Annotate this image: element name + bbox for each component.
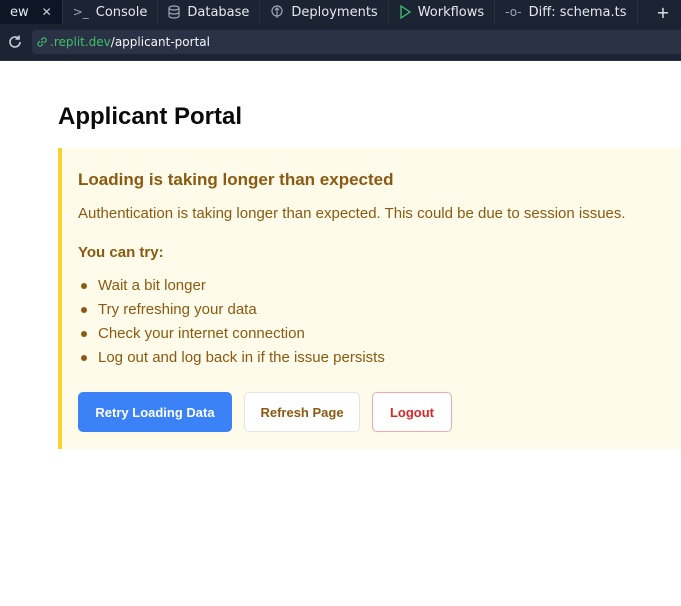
tab-label: Console <box>95 4 148 20</box>
tab-label: Workflows <box>417 4 485 20</box>
reload-icon[interactable] <box>6 33 24 51</box>
tab-workflows[interactable]: Workflows <box>389 0 496 24</box>
list-item: Wait a bit longer <box>78 274 385 298</box>
logout-button[interactable]: Logout <box>372 392 452 432</box>
commit-icon: -o- <box>505 5 522 19</box>
list-item: Try refreshing your data <box>78 298 385 322</box>
alert-heading: Loading is taking longer than expected <box>78 170 394 189</box>
link-icon <box>36 36 48 48</box>
retry-loading-button[interactable]: Retry Loading Data <box>78 392 232 432</box>
tab-bar: ew ✕ >_ Console Database Deployments Wor… <box>0 0 681 24</box>
url-bar: .replit.dev/applicant-portal <box>0 24 681 61</box>
list-item: Log out and log back in if the issue per… <box>78 346 385 370</box>
page-title: Applicant Portal <box>58 103 243 130</box>
tab-diff[interactable]: -o- Diff: schema.ts <box>495 0 638 24</box>
list-item: Check your internet connection <box>78 322 385 346</box>
close-icon[interactable]: ✕ <box>42 5 52 19</box>
url-path: /applicant-portal <box>110 35 210 49</box>
tab-deployments[interactable]: Deployments <box>260 0 389 24</box>
tab-label: Diff: schema.ts <box>528 4 627 20</box>
tab-database[interactable]: Database <box>158 0 261 24</box>
refresh-page-button[interactable]: Refresh Page <box>244 392 360 432</box>
page-content: Applicant Portal Loading is taking longe… <box>0 61 681 606</box>
tab-webview[interactable]: ew ✕ <box>0 0 63 24</box>
bullet-icon <box>81 355 87 361</box>
add-tab-button[interactable]: + <box>645 0 681 24</box>
list-item-text: Check your internet connection <box>98 325 305 342</box>
url-host: .replit.dev <box>50 35 111 49</box>
tab-label: Database <box>187 4 250 20</box>
list-item-text: Try refreshing your data <box>98 301 257 318</box>
alert-subheading: You can try: <box>78 244 164 261</box>
terminal-icon: >_ <box>72 5 89 19</box>
play-icon <box>399 5 411 19</box>
bullet-icon <box>81 331 87 337</box>
bullet-icon <box>81 283 87 289</box>
deployments-icon <box>270 5 284 19</box>
alert-description: Authentication is taking longer than exp… <box>78 205 626 222</box>
tab-console[interactable]: >_ Console <box>63 0 159 24</box>
list-item-text: Log out and log back in if the issue per… <box>98 349 385 366</box>
warning-alert: Loading is taking longer than expected A… <box>58 148 681 449</box>
list-item-text: Wait a bit longer <box>98 277 206 294</box>
tips-list: Wait a bit longer Try refreshing your da… <box>78 274 385 370</box>
tab-label: ew <box>10 4 29 20</box>
bullet-icon <box>81 307 87 313</box>
url-field[interactable]: .replit.dev/applicant-portal <box>32 30 681 54</box>
database-icon <box>168 5 180 19</box>
tab-label: Deployments <box>291 4 378 20</box>
